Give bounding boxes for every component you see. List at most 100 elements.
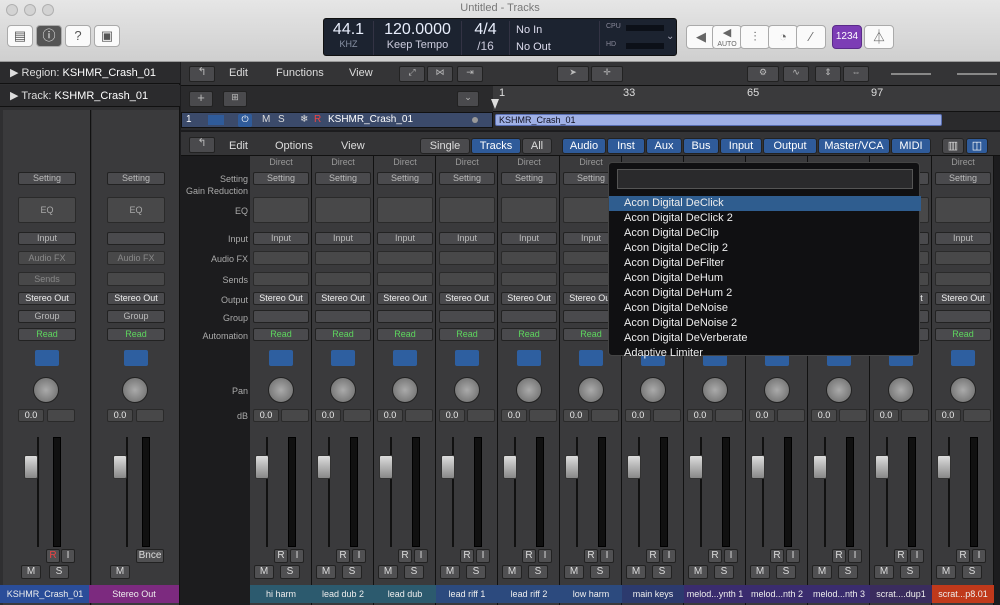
input-monitor-button[interactable]: I <box>290 549 304 563</box>
audio-region[interactable]: KSHMR_Crash_01 <box>495 114 942 126</box>
pan-knob[interactable] <box>454 377 480 403</box>
output-slot[interactable]: Stereo Out <box>253 292 309 305</box>
fit-horizontal-button[interactable]: ⇔ <box>843 66 869 82</box>
record-enable-button[interactable]: R <box>460 549 474 563</box>
solo-button[interactable]: S <box>280 565 300 579</box>
volume-fader[interactable] <box>255 455 269 479</box>
sends-slot[interactable] <box>501 272 557 286</box>
track-inspector-header[interactable]: ▶ Track: KSHMR_Crash_01 <box>0 85 180 107</box>
pan-knob[interactable] <box>33 377 59 403</box>
volume-value[interactable]: 0.0 <box>439 409 465 422</box>
mute-button[interactable]: M <box>936 565 956 579</box>
eq-display[interactable] <box>315 197 371 223</box>
group-slot[interactable] <box>935 310 991 323</box>
view-menu[interactable]: View <box>349 67 373 79</box>
filter-aux[interactable]: Aux <box>646 138 682 154</box>
mute-button[interactable]: M <box>21 565 41 579</box>
narrow-strips-button[interactable]: ▥ <box>942 138 964 154</box>
waveform-zoom-button[interactable]: ∿ <box>783 66 809 82</box>
record-enable-button[interactable]: R <box>274 549 288 563</box>
volume-fader[interactable] <box>627 455 641 479</box>
input-monitor-button[interactable]: I <box>972 549 986 563</box>
channel-name[interactable]: hi harm <box>250 585 312 603</box>
setting-button[interactable]: Setting <box>377 172 433 185</box>
solo-button[interactable]: S <box>652 565 672 579</box>
input-monitor-button[interactable]: I <box>600 549 614 563</box>
record-enable-button[interactable]: R <box>46 549 60 563</box>
division[interactable]: /16 <box>462 39 509 53</box>
volume-value[interactable]: 0.0 <box>935 409 961 422</box>
settings-button[interactable]: ⚙ <box>747 66 779 82</box>
setting-button[interactable]: Setting <box>935 172 991 185</box>
input-slot[interactable]: Input <box>315 232 371 245</box>
group-slot[interactable] <box>439 310 495 323</box>
single-view-button[interactable]: Single <box>420 138 470 154</box>
solo-button[interactable]: S <box>838 565 858 579</box>
group-slot[interactable] <box>501 310 557 323</box>
plugin-menu-item[interactable]: Acon Digital DeVerberate <box>609 331 921 346</box>
functions-menu[interactable]: Functions <box>276 67 324 79</box>
track-record-button[interactable]: R <box>314 114 321 125</box>
wide-strips-button[interactable]: ◫ <box>966 138 988 154</box>
filter-output[interactable]: Output <box>763 138 817 154</box>
input-monitor-button[interactable]: I <box>662 549 676 563</box>
solo-button[interactable]: S <box>590 565 610 579</box>
eq-display[interactable]: EQ <box>18 197 76 223</box>
automation-mode[interactable]: Read <box>935 328 991 341</box>
volume-value[interactable]: 0.0 <box>749 409 775 422</box>
automation-mode[interactable]: Read <box>501 328 557 341</box>
marquee-tool-button[interactable]: ✛ <box>591 66 623 82</box>
solo-button[interactable]: S <box>714 565 734 579</box>
edit-menu[interactable]: Edit <box>229 67 248 79</box>
input-monitor-button[interactable]: I <box>724 549 738 563</box>
automation-mode[interactable]: Read <box>18 328 76 341</box>
input-monitor-button[interactable]: I <box>414 549 428 563</box>
channel-name[interactable]: lead dub <box>374 585 436 603</box>
global-tracks-button[interactable]: ⌄ <box>457 91 479 107</box>
mute-button[interactable]: M <box>254 565 274 579</box>
sends-slot[interactable] <box>935 272 991 286</box>
bounce-button[interactable]: Bnce <box>136 549 164 563</box>
volume-value[interactable]: 0.0 <box>873 409 899 422</box>
plugin-menu-item[interactable]: Acon Digital DeHum <box>609 271 921 286</box>
volume-value[interactable]: 0.0 <box>315 409 341 422</box>
mute-button[interactable]: M <box>440 565 460 579</box>
record-enable-button[interactable]: R <box>770 549 784 563</box>
volume-fader[interactable] <box>751 455 765 479</box>
catch-button[interactable]: ⤢ <box>399 66 425 82</box>
mixer-edit-menu[interactable]: Edit <box>229 140 248 152</box>
channel-name[interactable]: lead riff 1 <box>436 585 498 603</box>
automation-mode[interactable]: Read <box>107 328 165 341</box>
record-enable-button[interactable]: R <box>894 549 908 563</box>
input-monitor-button[interactable]: I <box>476 549 490 563</box>
freeze-icon[interactable]: ❄ <box>300 114 308 125</box>
eq-display[interactable] <box>253 197 309 223</box>
plugin-menu-item[interactable]: Acon Digital DeClick 2 <box>609 211 921 226</box>
mixer-view-menu[interactable]: View <box>341 140 365 152</box>
volume-value[interactable]: 0.0 <box>253 409 279 422</box>
plugin-menu-item[interactable]: Acon Digital DeFilter <box>609 256 921 271</box>
record-enable-button[interactable]: R <box>522 549 536 563</box>
sends-slot[interactable] <box>439 272 495 286</box>
volume-fader[interactable] <box>379 455 393 479</box>
plugin-menu-item[interactable]: Acon Digital DeHum 2 <box>609 286 921 301</box>
filter-midi[interactable]: MIDI <box>891 138 931 154</box>
pan-knob[interactable] <box>640 377 666 403</box>
input-slot[interactable] <box>107 232 165 245</box>
help-button[interactable]: ? <box>65 25 91 47</box>
automation-mode[interactable]: Read <box>377 328 433 341</box>
filter-bus[interactable]: Bus <box>683 138 719 154</box>
volume-fader[interactable] <box>441 455 455 479</box>
eq-display[interactable] <box>377 197 433 223</box>
solo-button[interactable]: S <box>962 565 982 579</box>
snap-button[interactable]: ⇥ <box>457 66 483 82</box>
count-in-button[interactable]: 1234 <box>832 25 862 49</box>
audio-fx-slot[interactable]: Audio FX <box>18 251 76 265</box>
record-enable-button[interactable]: R <box>832 549 846 563</box>
output-slot[interactable]: Stereo Out <box>107 292 165 305</box>
audio-fx-slot[interactable] <box>439 251 495 265</box>
channel-name[interactable]: lead dub 2 <box>312 585 374 603</box>
vertical-zoom-slider[interactable] <box>891 73 931 75</box>
channel-name[interactable]: low harm <box>560 585 622 603</box>
group-slot[interactable] <box>377 310 433 323</box>
